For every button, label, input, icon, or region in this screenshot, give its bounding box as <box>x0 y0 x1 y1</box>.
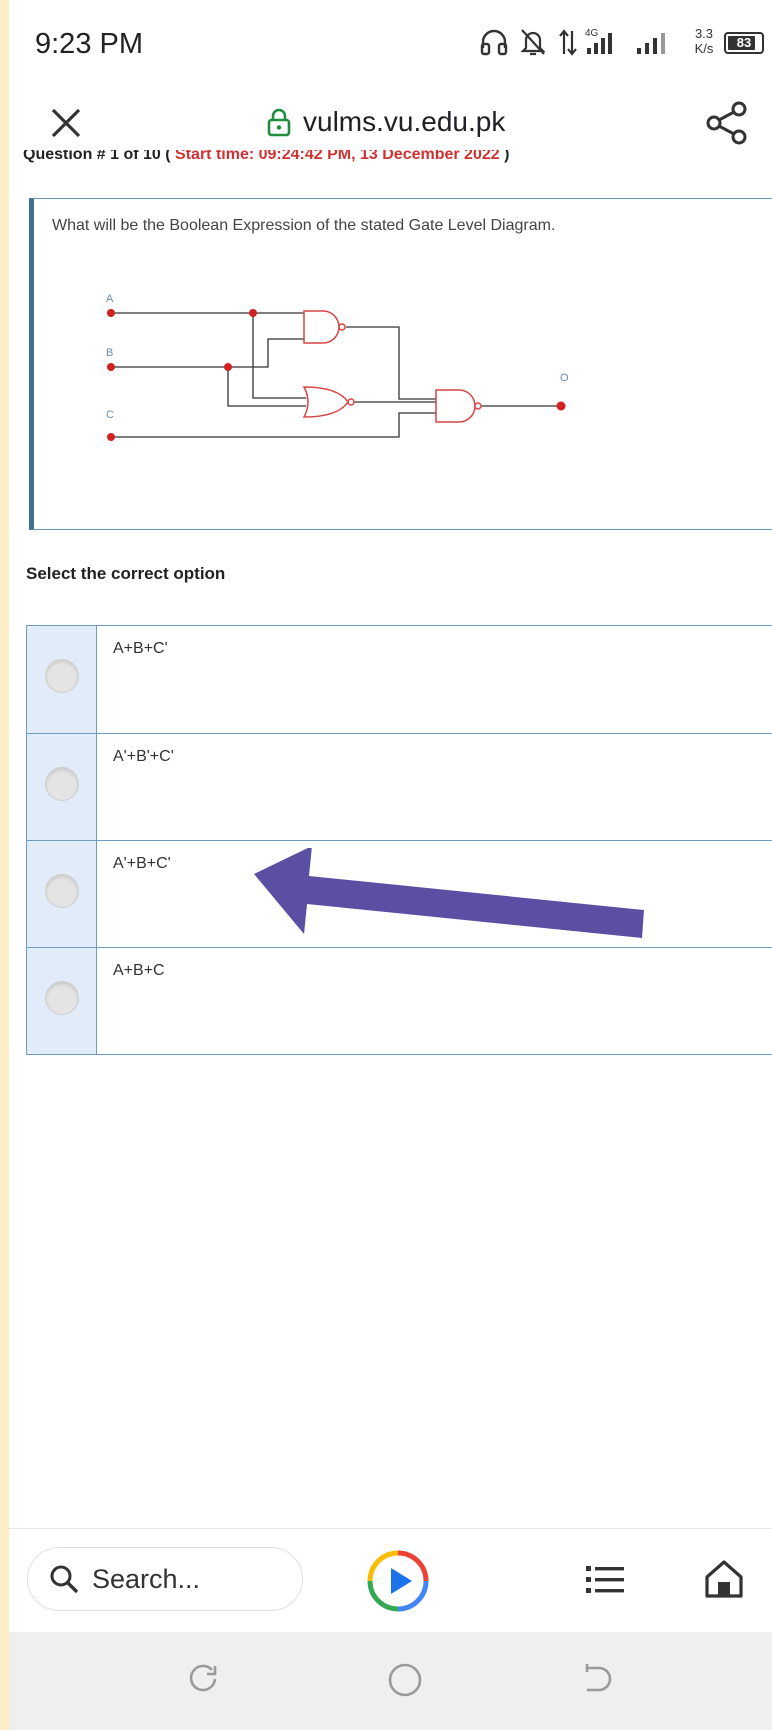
radio-cell <box>27 948 97 1054</box>
input-label-c: C <box>106 409 114 421</box>
url-text: vulms.vu.edu.pk <box>303 106 506 137</box>
battery-level: 83 <box>736 35 752 50</box>
radio-cell <box>27 841 97 947</box>
input-label-b: B <box>106 347 113 359</box>
and-gate-2 <box>435 389 476 423</box>
option-3-label: A'+B+C' <box>113 855 171 872</box>
radio-button-3[interactable] <box>45 874 79 908</box>
lock-icon <box>267 108 291 137</box>
search-placeholder: Search... <box>92 1563 201 1594</box>
option-2[interactable]: A'+B'+C' <box>27 733 772 840</box>
navigation-bar <box>9 1632 772 1730</box>
recent-apps-icon[interactable] <box>186 1662 220 1696</box>
option-4[interactable]: A+B+C <box>27 947 772 1054</box>
option-1[interactable]: A+B+C' <box>27 626 772 733</box>
radio-cell <box>27 626 97 733</box>
home-circle-icon[interactable] <box>387 1662 423 1698</box>
url-bar[interactable]: vulms.vu.edu.pk <box>267 102 505 142</box>
web-page: Question # 1 of 10 ( Start time: 09:24:4… <box>9 150 772 1528</box>
annotation-arrow-icon <box>254 848 644 938</box>
mute-bell-icon <box>520 29 546 56</box>
share-icon[interactable] <box>705 100 749 146</box>
status-bar: 9:23 PM 4G 3.3 K/s 83 <box>9 0 772 80</box>
radio-button-1[interactable] <box>45 659 79 693</box>
bottom-toolbar: Search... <box>9 1528 772 1632</box>
output-label: O <box>560 372 569 384</box>
option-1-label: A+B+C' <box>113 640 168 657</box>
home-icon[interactable] <box>702 1557 746 1601</box>
gate-diagram: A B C O <box>106 293 569 441</box>
list-icon[interactable] <box>584 1561 626 1599</box>
select-option-label: Select the correct option <box>26 564 226 583</box>
option-4-label: A+B+C <box>113 962 165 979</box>
question-number: Question # 1 of 10 ( <box>23 150 171 163</box>
net-speed-unit: K/s <box>694 41 714 56</box>
network-type-label: 4G <box>585 28 599 39</box>
headphones-icon <box>480 29 508 56</box>
question-text: What will be the Boolean Expression of t… <box>52 217 556 234</box>
question-header: Question # 1 of 10 ( Start time: 09:24:4… <box>23 150 509 164</box>
input-label-a: A <box>106 293 114 305</box>
phone-screen: 9:23 PM 4G 3.3 K/s 83 vulms.vu.edu.pk Qu… <box>9 0 772 1730</box>
radio-cell <box>27 734 97 840</box>
data-transfer-icon <box>559 29 577 56</box>
search-icon <box>50 1565 79 1594</box>
status-time: 9:23 PM <box>35 28 143 60</box>
search-bar[interactable]: Search... <box>27 1547 303 1611</box>
or-gate <box>302 386 349 418</box>
option-2-label: A'+B'+C' <box>113 748 174 765</box>
question-box: What will be the Boolean Expression of t… <box>29 198 772 530</box>
battery-icon: 83 <box>724 32 764 54</box>
radio-button-4[interactable] <box>45 981 79 1015</box>
back-icon[interactable] <box>577 1662 613 1696</box>
signal-4g-icon: 4G <box>585 28 612 54</box>
play-icon[interactable] <box>366 1549 430 1613</box>
close-icon[interactable] <box>47 104 85 142</box>
question-start-time: Start time: 09:24:42 PM, 13 December 202… <box>170 150 505 163</box>
and-gate-1 <box>303 310 340 344</box>
status-icons: 4G 3.3 K/s 83 <box>479 26 769 62</box>
question-header-end: ) <box>504 150 510 163</box>
net-speed-value: 3.3 <box>694 26 714 41</box>
radio-button-2[interactable] <box>45 767 79 801</box>
signal-icon <box>637 33 665 54</box>
net-speed: 3.3 K/s <box>687 26 721 56</box>
options-list: A+B+C' A'+B'+C' A'+B+C' A+B+C <box>26 625 772 1055</box>
